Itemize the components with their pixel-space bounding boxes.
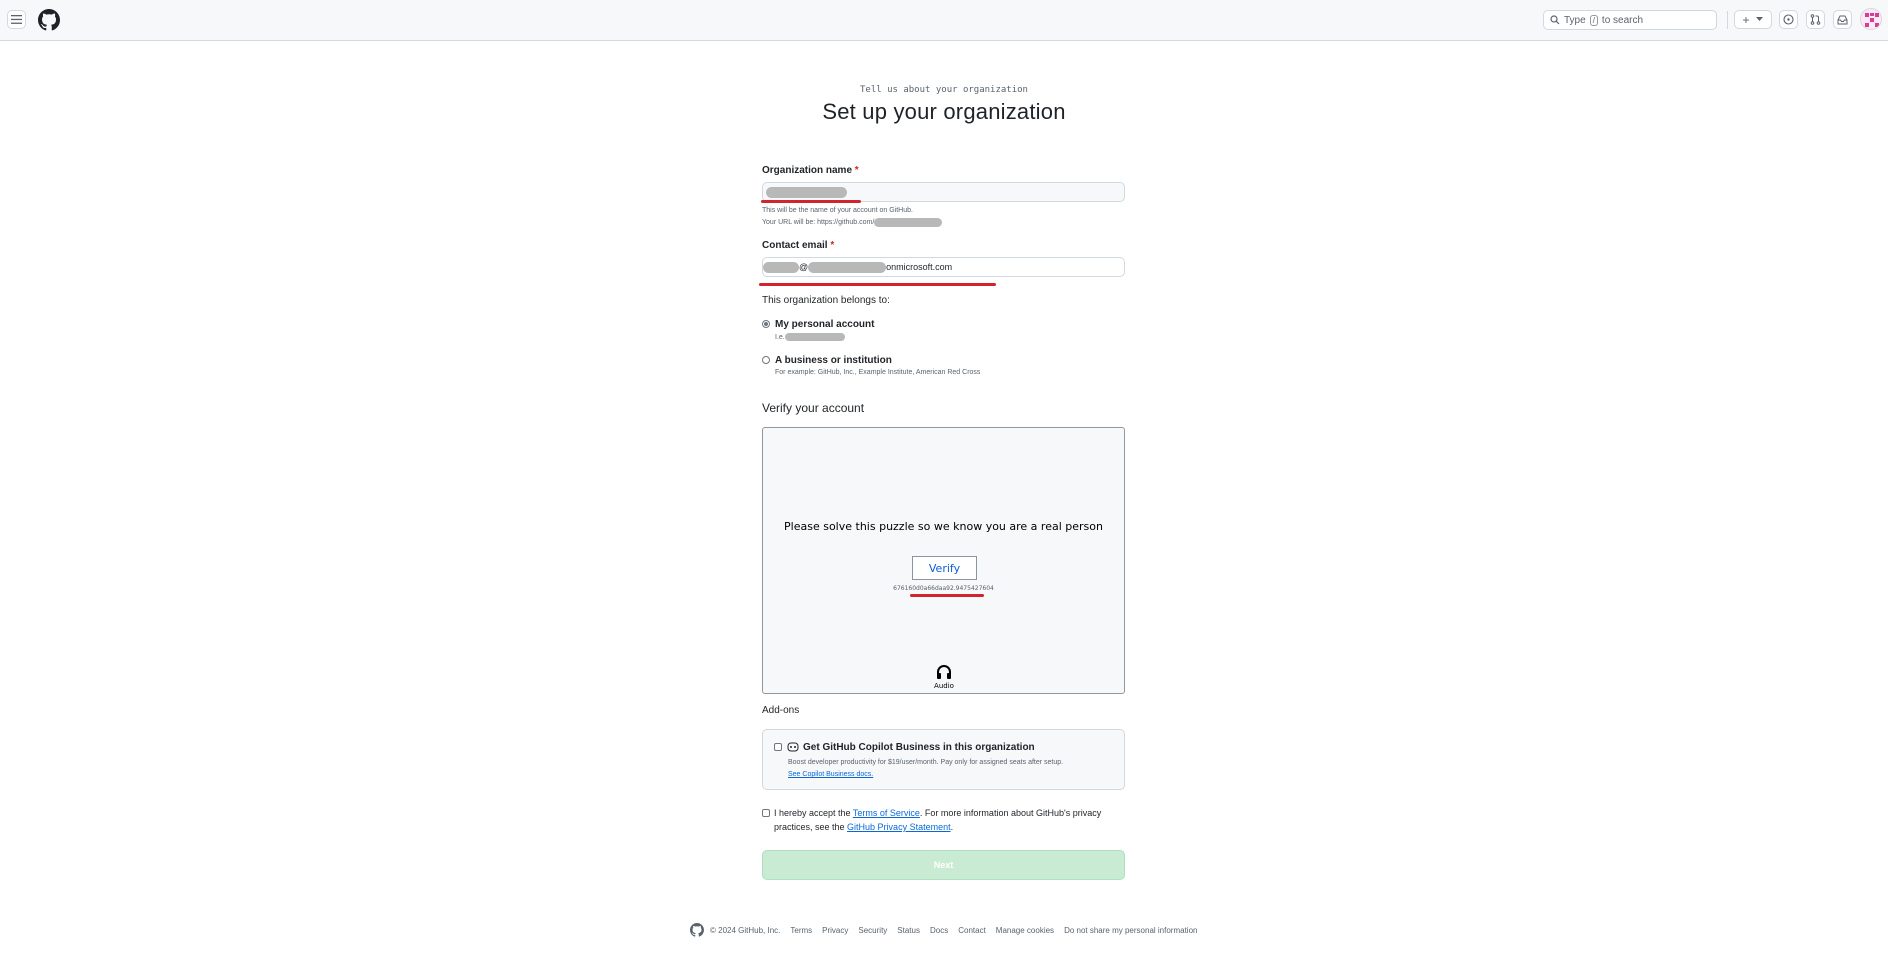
footer-link-terms[interactable]: Terms [790,926,812,935]
org-url-prefix: Your URL will be: https://github.com/ [762,219,875,226]
footer-link-do-not-share[interactable]: Do not share my personal information [1064,926,1197,935]
footer-link-status[interactable]: Status [897,926,920,935]
radio-button[interactable] [762,356,770,364]
hamburger-icon [11,15,22,24]
captcha-message: Please solve this puzzle so we know you … [784,520,1103,533]
footer-link-contact[interactable]: Contact [958,926,986,935]
addon-title: Get GitHub Copilot Business in this orga… [803,742,1035,753]
radio-button[interactable] [762,320,770,328]
audio-label: Audio [934,682,954,690]
radio-personal-account[interactable]: My personal account I.e. [762,319,874,341]
inbox-button[interactable] [1833,10,1852,29]
org-name-help-line2: Your URL will be: https://github.com/ [762,217,943,229]
addons-title: Add-ons [762,705,800,716]
github-logo-icon[interactable] [690,923,704,937]
verify-button[interactable]: Verify [912,556,977,580]
org-name-help: This will be the name of your account on… [762,205,943,229]
avatar[interactable] [1860,8,1882,30]
terms-prefix: I hereby accept the [774,808,853,818]
redacted-value [763,261,799,273]
red-underline [759,283,996,286]
privacy-statement-link[interactable]: GitHub Privacy Statement [847,822,951,832]
git-pull-request-icon [1810,14,1821,25]
radio-desc: I.e. [775,333,874,341]
email-field[interactable]: @ onmicrosoft.com [762,257,1125,277]
identicon-icon [1865,13,1879,27]
verify-title: Verify your account [762,401,865,415]
pull-requests-button[interactable] [1806,10,1825,29]
org-name-label: Organization name * [762,165,859,176]
radio-desc: For example: GitHub, Inc., Example Insti… [775,369,981,376]
triangle-down-icon [1756,17,1764,21]
issue-opened-icon [1783,14,1794,25]
search-suffix: to search [1601,14,1644,26]
addon-desc-text: Boost developer productivity for $19/use… [788,759,1064,766]
github-logo-icon[interactable] [38,9,60,31]
page-subtitle: Tell us about your organization [860,85,1028,95]
footer: © 2024 GitHub, Inc. Terms Privacy Securi… [690,923,1207,937]
email-label: Contact email * [762,240,834,251]
global-header: Type / to search + [0,0,1888,41]
red-underline [910,594,984,597]
issues-button[interactable] [1779,10,1798,29]
captcha-id: 676160d0a66daa92.9475427604 [893,585,994,592]
org-name-field[interactable] [762,182,1125,202]
email-at: @ [799,262,809,272]
copilot-addon: Get GitHub Copilot Business in this orga… [762,729,1125,790]
search-input[interactable]: Type / to search [1543,10,1717,30]
next-button[interactable]: Next [762,850,1125,880]
redacted-value [808,261,887,273]
terms-of-service-link[interactable]: Terms of Service [853,808,920,818]
redacted-value [874,217,943,227]
menu-button[interactable] [7,10,26,29]
footer-link-privacy[interactable]: Privacy [822,926,848,935]
email-label-text: Contact email [762,240,828,251]
plus-icon: + [1742,12,1750,27]
header-divider [1727,11,1728,29]
red-underline [761,200,861,203]
radio-title: A business or institution [775,355,892,366]
org-name-label-text: Organization name [762,165,853,176]
inbox-icon [1837,15,1848,24]
required-mark: * [854,165,859,176]
create-new-button[interactable]: + [1734,10,1772,29]
captcha-frame: Please solve this puzzle so we know you … [762,427,1125,694]
page-title: Set up your organization [822,99,1066,124]
footer-copyright: © 2024 GitHub, Inc. [710,925,781,935]
required-mark: * [830,240,835,251]
redacted-value [766,186,847,198]
terms-text: I hereby accept the Terms of Service. Fo… [762,806,1125,834]
addon-desc: Boost developer productivity for $19/use… [788,757,1063,781]
copilot-docs-link[interactable]: See Copilot Business docs. [788,769,1063,781]
footer-link-manage-cookies[interactable]: Manage cookies [996,926,1054,935]
belongs-label: This organization belongs to: [762,295,890,306]
redacted-value [784,333,845,341]
radio-business[interactable]: A business or institution For example: G… [762,355,980,376]
footer-link-docs[interactable]: Docs [930,926,948,935]
radio-title: My personal account [775,319,875,330]
copilot-icon [787,742,799,752]
audio-button[interactable]: Audio [923,664,965,690]
terms-suffix: . [950,822,954,832]
headphones-icon [937,665,951,679]
copilot-checkbox[interactable] [774,743,782,751]
footer-link-security[interactable]: Security [858,926,887,935]
search-prefix: Type [1564,14,1586,26]
org-name-help-line1: This will be the name of your account on… [762,207,913,214]
email-value-suffix: onmicrosoft.com [886,262,953,272]
radio-desc-text: I.e. [775,333,785,341]
search-icon [1550,15,1560,25]
search-shortcut-key: / [1589,14,1598,26]
